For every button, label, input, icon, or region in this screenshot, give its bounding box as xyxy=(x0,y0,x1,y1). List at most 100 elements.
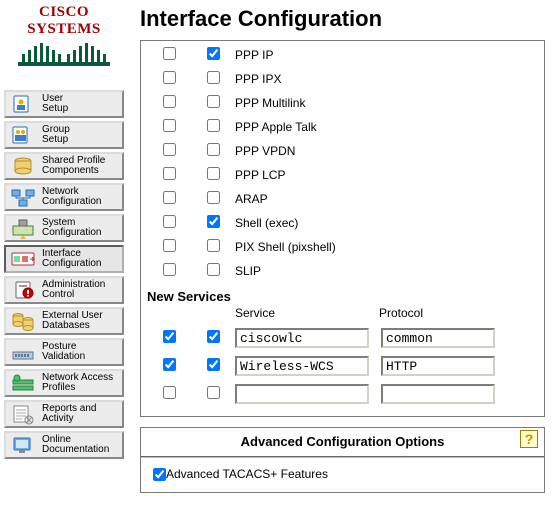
service-col-b-checkbox[interactable] xyxy=(207,119,220,132)
service-col-b-checkbox[interactable] xyxy=(207,71,220,84)
service-row: ARAP xyxy=(147,187,538,211)
sidebar-icon-3 xyxy=(10,186,36,208)
sidebar-item-label: Shared ProfileComponents xyxy=(42,156,118,177)
brand-bridge-icon xyxy=(18,40,110,66)
service-label: PPP LCP xyxy=(235,168,538,182)
service-col-b-checkbox[interactable] xyxy=(207,263,220,276)
page-title: Interface Configuration xyxy=(140,6,545,32)
sidebar-icon-4 xyxy=(10,217,36,239)
new-service-row xyxy=(147,324,538,352)
sidebar-item-label: PostureValidation xyxy=(42,342,118,363)
sidebar-icon-2 xyxy=(10,155,36,177)
new-service-col-a-checkbox[interactable] xyxy=(163,386,176,399)
service-row: PPP Apple Talk xyxy=(147,115,538,139)
service-col-b-checkbox[interactable] xyxy=(207,239,220,252)
service-row: SLIP xyxy=(147,259,538,283)
sidebar-item-9[interactable]: Network AccessProfiles xyxy=(4,369,124,397)
new-service-col-a-checkbox[interactable] xyxy=(163,330,176,343)
sidebar-nav: UserSetup GroupSetup Shared ProfileCompone… xyxy=(4,90,124,459)
advanced-option-label: Advanced TACACS+ Features xyxy=(166,467,328,481)
protocol-name-input[interactable] xyxy=(381,356,495,376)
sidebar-item-label: Reports andActivity xyxy=(42,404,118,425)
sidebar-item-3[interactable]: NetworkConfiguration xyxy=(4,183,124,211)
services-panel: PPP IP PPP IPX PPP Multilink PPP Apple Talk… xyxy=(140,40,545,417)
brand-logo: CISCO SYSTEMS xyxy=(4,4,124,66)
service-name-input[interactable] xyxy=(235,328,369,348)
service-col-b-checkbox[interactable] xyxy=(207,215,220,228)
service-col-b-checkbox[interactable] xyxy=(207,167,220,180)
sidebar-item-5[interactable]: InterfaceConfiguration xyxy=(4,245,124,273)
sidebar-icon-1 xyxy=(10,124,36,146)
service-col-a-checkbox[interactable] xyxy=(163,239,176,252)
new-service-col-b-checkbox[interactable] xyxy=(207,358,220,371)
help-icon[interactable]: ? xyxy=(520,430,538,448)
service-label: PIX Shell (pixshell) xyxy=(235,240,538,254)
sidebar-item-11[interactable]: OnlineDocumentation xyxy=(4,431,124,459)
sidebar-item-10[interactable]: Reports andActivity xyxy=(4,400,124,428)
sidebar-icon-10 xyxy=(10,403,36,425)
service-label: PPP Apple Talk xyxy=(235,120,538,134)
service-row: PPP IPX xyxy=(147,67,538,91)
sidebar-item-label: GroupSetup xyxy=(42,125,118,146)
advanced-panel: Advanced Configuration Options ? Advance… xyxy=(140,427,545,493)
sidebar-item-0[interactable]: UserSetup xyxy=(4,90,124,118)
service-col-b-checkbox[interactable] xyxy=(207,47,220,60)
column-header-protocol: Protocol xyxy=(379,306,489,320)
service-col-a-checkbox[interactable] xyxy=(163,71,176,84)
sidebar-icon-11 xyxy=(10,434,36,456)
service-col-a-checkbox[interactable] xyxy=(163,191,176,204)
service-label: SLIP xyxy=(235,264,538,278)
service-col-a-checkbox[interactable] xyxy=(163,143,176,156)
sidebar-item-label: InterfaceConfiguration xyxy=(42,249,118,270)
service-row: PPP Multilink xyxy=(147,91,538,115)
new-service-col-a-checkbox[interactable] xyxy=(163,358,176,371)
service-label: PPP Multilink xyxy=(235,96,538,110)
sidebar-icon-9 xyxy=(10,372,36,394)
sidebar-item-7[interactable]: External UserDatabases xyxy=(4,307,124,335)
sidebar-item-6[interactable]: AdministrationControl xyxy=(4,276,124,304)
sidebar-item-2[interactable]: Shared ProfileComponents xyxy=(4,152,124,180)
sidebar-item-label: SystemConfiguration xyxy=(42,218,118,239)
brand-text: CISCO SYSTEMS xyxy=(4,4,124,38)
sidebar-item-label: External UserDatabases xyxy=(42,311,118,332)
sidebar-icon-5 xyxy=(10,248,36,270)
new-services-header: Service Protocol xyxy=(147,306,538,320)
service-col-a-checkbox[interactable] xyxy=(163,119,176,132)
sidebar-icon-8 xyxy=(10,341,36,363)
service-row: PPP IP xyxy=(147,43,538,67)
sidebar-item-label: OnlineDocumentation xyxy=(42,435,118,456)
new-service-row xyxy=(147,380,538,408)
service-col-a-checkbox[interactable] xyxy=(163,167,176,180)
service-col-a-checkbox[interactable] xyxy=(163,215,176,228)
advanced-option-checkbox[interactable] xyxy=(153,468,166,481)
service-col-b-checkbox[interactable] xyxy=(207,191,220,204)
protocol-name-input[interactable] xyxy=(381,328,495,348)
service-name-input[interactable] xyxy=(235,384,369,404)
sidebar-icon-7 xyxy=(10,310,36,332)
sidebar-item-4[interactable]: SystemConfiguration xyxy=(4,214,124,242)
service-col-a-checkbox[interactable] xyxy=(163,47,176,60)
service-row: Shell (exec) xyxy=(147,211,538,235)
sidebar-item-label: UserSetup xyxy=(42,94,118,115)
service-label: Shell (exec) xyxy=(235,216,538,230)
service-col-a-checkbox[interactable] xyxy=(163,263,176,276)
service-row: PPP VPDN xyxy=(147,139,538,163)
service-label: PPP IPX xyxy=(235,72,538,86)
sidebar-item-8[interactable]: PostureValidation xyxy=(4,338,124,366)
sidebar-item-1[interactable]: GroupSetup xyxy=(4,121,124,149)
new-service-col-b-checkbox[interactable] xyxy=(207,386,220,399)
sidebar-item-label: AdministrationControl xyxy=(42,280,118,301)
sidebar-item-label: NetworkConfiguration xyxy=(42,187,118,208)
divider xyxy=(141,456,544,458)
new-service-col-b-checkbox[interactable] xyxy=(207,330,220,343)
protocol-name-input[interactable] xyxy=(381,384,495,404)
sidebar-icon-6 xyxy=(10,279,36,301)
column-header-service: Service xyxy=(235,306,379,320)
service-col-b-checkbox[interactable] xyxy=(207,143,220,156)
service-label: PPP VPDN xyxy=(235,144,538,158)
service-name-input[interactable] xyxy=(235,356,369,376)
service-col-b-checkbox[interactable] xyxy=(207,95,220,108)
service-col-a-checkbox[interactable] xyxy=(163,95,176,108)
service-label: ARAP xyxy=(235,192,538,206)
service-label: PPP IP xyxy=(235,48,538,62)
